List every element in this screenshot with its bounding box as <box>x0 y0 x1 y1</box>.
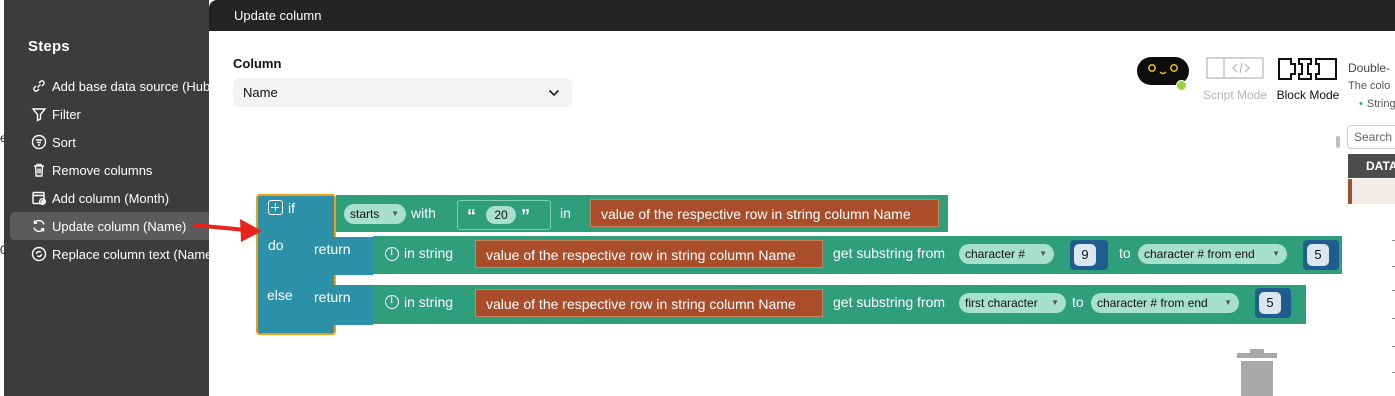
close-quote-icon: ” <box>521 206 530 226</box>
number-block[interactable]: 5 <box>1303 240 1339 270</box>
number-block[interactable]: 9 <box>1070 240 1108 270</box>
refresh-icon <box>30 217 48 235</box>
step-label: Add base data source (Hub_ <box>52 78 209 94</box>
info-icon <box>385 295 399 309</box>
open-quote-icon: “ <box>467 206 476 226</box>
step-label: Replace column text (Name) <box>52 246 209 262</box>
chevron-down-icon: ▼ <box>391 209 399 218</box>
column-label: Column <box>233 56 282 71</box>
chevron-down-icon <box>548 89 560 97</box>
in-string-label: in string <box>404 245 454 261</box>
with-label: with <box>411 205 436 221</box>
to-label: to <box>1072 294 1084 310</box>
script-mode-toggle[interactable]: Script Mode <box>1197 57 1273 102</box>
chevron-down-icon: ▼ <box>1224 298 1232 307</box>
step-update-column[interactable]: Update column (Name) <box>10 212 209 240</box>
sort-icon <box>30 133 48 151</box>
step-label: Remove columns <box>52 162 153 178</box>
step-label: Add column (Month) <box>52 190 170 206</box>
number-block[interactable]: 5 <box>1255 288 1291 318</box>
step-label: Sort <box>52 134 76 150</box>
if-label: if <box>288 200 295 216</box>
text-literal-value[interactable]: 20 <box>486 206 516 224</box>
substring-from-dropdown[interactable]: first character ▼ <box>959 293 1066 313</box>
code-icon <box>1206 57 1264 79</box>
step-add-column[interactable]: Add column (Month) <box>10 184 209 212</box>
column-select-value: Name <box>243 85 278 100</box>
else-label: else <box>267 287 293 303</box>
filter-icon <box>30 105 48 123</box>
in-string-label: in string <box>404 294 454 310</box>
help-text: The colo <box>1348 80 1391 92</box>
toolbox-category-row[interactable] <box>1348 179 1395 204</box>
sidebar-title: Steps <box>28 38 70 55</box>
dialog-title: Update column <box>209 0 1395 31</box>
workspace-trash-icon[interactable] <box>1237 349 1281 396</box>
script-mode-label: Script Mode <box>1202 88 1268 102</box>
text-literal-block[interactable]: “ 20 ” <box>457 200 551 230</box>
update-column-dialog: Update column Column Name Script Mode Bl… <box>209 0 1395 396</box>
puzzle-icon <box>1278 58 1337 80</box>
starts-with-dropdown[interactable]: starts ▼ <box>344 204 406 224</box>
get-substring-label: get substring from <box>833 294 946 310</box>
return-label: return <box>314 289 351 305</box>
link-icon <box>30 77 48 95</box>
block-mode-toggle[interactable]: Block Mode <box>1273 57 1343 102</box>
row-value-block[interactable]: value of the respective row in string co… <box>475 289 823 317</box>
ai-assistant-button[interactable] <box>1137 57 1189 91</box>
substring-to-dropdown[interactable]: character # from end ▼ <box>1091 293 1239 313</box>
do-label: do <box>268 237 284 253</box>
number-value[interactable]: 5 <box>1307 244 1329 266</box>
substring-from-dropdown[interactable]: character # ▼ <box>959 244 1054 264</box>
step-add-base-data-source[interactable]: Add base data source (Hub_ <box>10 72 209 100</box>
help-bullet: String <box>1359 98 1395 110</box>
number-value[interactable]: 9 <box>1074 244 1096 266</box>
mutator-plus-icon[interactable] <box>268 200 283 215</box>
chevron-down-icon: ▼ <box>1051 298 1059 307</box>
toolbox-category-data[interactable]: DATA <box>1348 154 1395 178</box>
step-replace-column-text[interactable]: Replace column text (Name) <box>10 240 209 268</box>
app-root: e 0 Steps Add base data source (Hub_ Fil… <box>0 0 1395 396</box>
info-icon <box>385 247 399 261</box>
step-label: Filter <box>52 106 81 122</box>
add-column-icon <box>30 189 48 207</box>
column-select[interactable]: Name <box>233 78 572 107</box>
chevron-down-icon: ▼ <box>1272 249 1280 258</box>
step-remove-columns[interactable]: Remove columns <box>10 156 209 184</box>
in-label: in <box>560 205 571 221</box>
step-label: Update column (Name) <box>52 218 187 234</box>
toolbox-search-input[interactable]: Search <box>1347 125 1395 149</box>
help-title: Double- <box>1348 61 1391 75</box>
row-value-block[interactable]: value of the respective row in string co… <box>475 240 823 268</box>
block-mode-label: Block Mode <box>1276 88 1340 102</box>
trash-icon <box>30 161 48 179</box>
to-label: to <box>1119 245 1131 261</box>
steps-sidebar: Steps Add base data source (Hub_ Filter … <box>4 0 209 396</box>
row-value-block[interactable]: value of the respective row in string co… <box>590 199 939 227</box>
return-label: return <box>314 241 351 257</box>
workspace-scrollbar[interactable] <box>1336 136 1340 148</box>
number-value[interactable]: 5 <box>1259 292 1281 314</box>
get-substring-label: get substring from <box>833 245 946 261</box>
chevron-down-icon: ▼ <box>1039 249 1047 258</box>
step-sort[interactable]: Sort <box>10 128 209 156</box>
status-dot <box>1176 80 1187 91</box>
replace-icon <box>30 245 48 263</box>
step-filter[interactable]: Filter <box>10 100 209 128</box>
substring-to-dropdown[interactable]: character # from end ▼ <box>1138 244 1287 264</box>
